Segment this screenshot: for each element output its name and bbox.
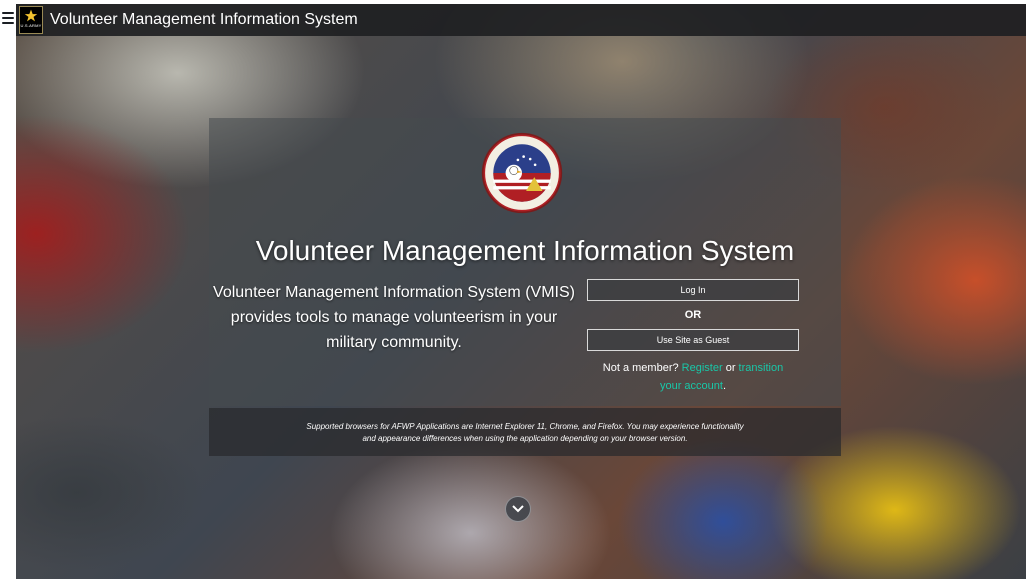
login-button[interactable]: Log In: [587, 279, 799, 301]
army-logo-text: U.S.ARMY: [20, 23, 42, 28]
or-separator: OR: [684, 309, 702, 321]
left-strip: [0, 0, 16, 583]
hamburger-menu-icon[interactable]: [2, 12, 14, 24]
army-star-logo[interactable]: U.S.ARMY: [19, 6, 43, 34]
period: .: [722, 380, 727, 392]
page-heading: Volunteer Management Information System: [255, 235, 795, 266]
top-navigation-bar: U.S.ARMY Volunteer Management Informatio…: [16, 4, 1026, 36]
scroll-down-button[interactable]: [505, 496, 531, 522]
browser-notice: Supported browsers for AFWP Applications…: [209, 408, 841, 456]
system-description: Volunteer Management Information System …: [213, 284, 575, 351]
login-actions: Log In OR Use Site as Guest Not a member…: [587, 279, 799, 395]
star-icon: [24, 9, 38, 22]
membership-prompt: Not a member? Register or transition you…: [587, 359, 799, 395]
app-title: Volunteer Management Information System: [50, 11, 358, 28]
guest-button[interactable]: Use Site as Guest: [587, 329, 799, 351]
chevron-down-icon: [512, 505, 524, 513]
register-link[interactable]: Register: [682, 362, 723, 374]
or-word: or: [725, 362, 736, 374]
army-volunteer-corps-seal: [481, 132, 563, 214]
member-prefix: Not a member?: [602, 362, 679, 374]
login-panel: Volunteer Management Information System …: [209, 118, 841, 406]
